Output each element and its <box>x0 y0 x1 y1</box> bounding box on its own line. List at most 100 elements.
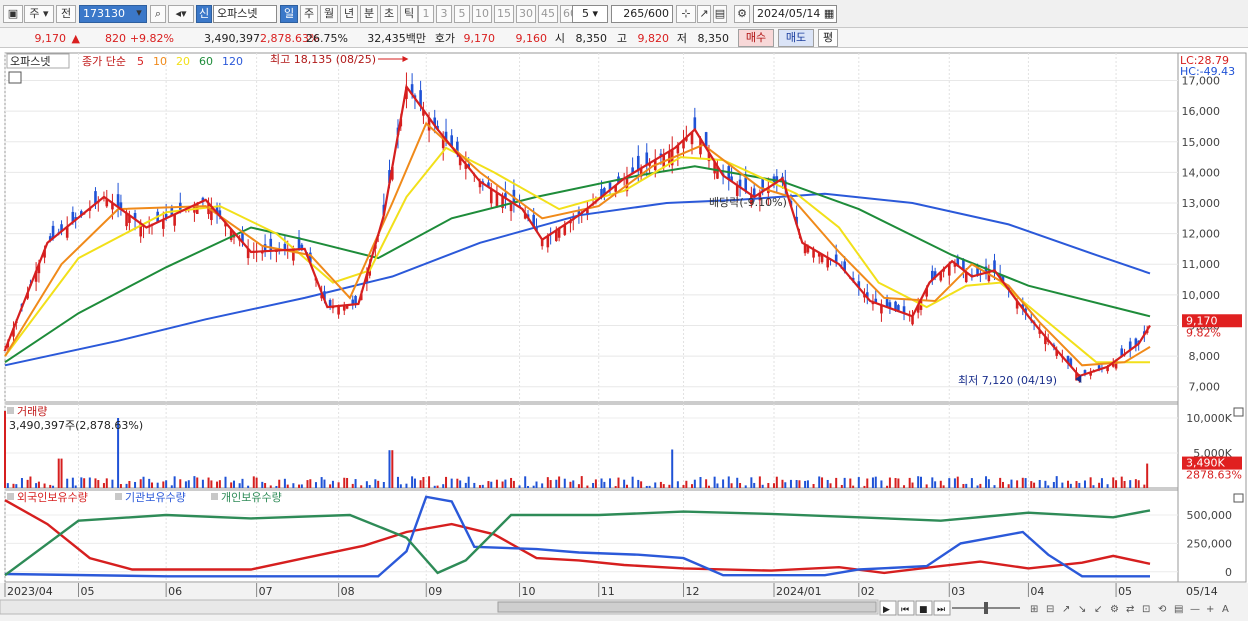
tool-icon-12[interactable]: A <box>1222 604 1229 615</box>
period-tab-0[interactable]: 일 <box>280 5 298 23</box>
volume-bar <box>739 483 742 488</box>
volume-bar <box>1123 480 1126 488</box>
chart-canvas[interactable]: 7,0008,0009,00010,00011,00012,00013,0001… <box>0 48 1248 621</box>
volume-bar <box>501 481 504 488</box>
volume-bar <box>987 479 990 488</box>
minute-tab-10[interactable]: 10 <box>472 5 492 23</box>
minute-tab-30[interactable]: 30 <box>516 5 536 23</box>
volume-bar <box>20 478 23 488</box>
sell-button[interactable]: 매도 <box>778 29 814 47</box>
tool-icon-2[interactable]: ↗ <box>1062 604 1070 615</box>
buy-button[interactable]: 매수 <box>738 29 774 47</box>
calendar-icon[interactable]: ▦ <box>824 7 834 20</box>
volume-bar <box>1052 481 1055 488</box>
minute-tab-3[interactable]: 3 <box>436 5 452 23</box>
panel-close-icon[interactable] <box>1233 407 1244 417</box>
last-pct: 9.82% <box>1186 326 1221 339</box>
scrollbar-thumb[interactable] <box>497 601 877 613</box>
minute-tab-15[interactable]: 15 <box>494 5 514 23</box>
period-tab-3[interactable]: 년 <box>340 5 358 23</box>
tool-icon-9[interactable]: ▤ <box>1174 604 1183 615</box>
stock-name-field[interactable]: 오파스넷 <box>213 5 277 23</box>
tool-icon-1[interactable]: ⊟ <box>1046 604 1054 615</box>
period-tab-6[interactable]: 틱 <box>400 5 418 23</box>
period-tab-2[interactable]: 월 <box>320 5 338 23</box>
speaker-icon[interactable]: ◂▾ <box>168 5 194 23</box>
volume-bar <box>532 485 535 488</box>
volume-bar <box>1098 482 1101 488</box>
search-icon[interactable]: ⌕ <box>150 5 166 23</box>
volume-bar <box>1001 481 1004 488</box>
panel-close-icon[interactable] <box>1233 493 1244 503</box>
tool-icon-3[interactable]: ↘ <box>1078 604 1086 615</box>
period-tab-1[interactable]: 주 <box>300 5 318 23</box>
count-select[interactable]: 5 ▾ <box>572 5 608 23</box>
period-tab-4[interactable]: 분 <box>360 5 378 23</box>
table-icon[interactable] <box>8 71 22 84</box>
volume-bar <box>487 481 490 488</box>
eval-button[interactable]: 평 <box>818 29 838 47</box>
draw-icon[interactable]: ↗ <box>697 5 711 23</box>
volume-bar <box>586 485 589 488</box>
volume-bar <box>894 478 897 488</box>
volume-bar <box>707 485 710 488</box>
volume-bar <box>478 485 481 488</box>
chevron-down-icon[interactable]: ▾ <box>131 5 147 23</box>
period-tab-5[interactable]: 초 <box>380 5 398 23</box>
volume-bar <box>29 476 32 488</box>
prev-button[interactable]: 전 <box>56 5 76 23</box>
crosshair-icon[interactable]: ⊹ <box>676 5 696 23</box>
volume-bar <box>1067 480 1070 488</box>
volume-bar <box>874 476 877 488</box>
volume-bar <box>713 476 716 488</box>
volume-bar <box>555 479 558 488</box>
volume-bar <box>1134 479 1137 488</box>
gear-icon[interactable]: ⚙ <box>734 5 750 23</box>
holder-legend-0: 외국인보유수량 <box>17 491 88 504</box>
volume-bar <box>396 476 399 488</box>
volume-bar <box>812 483 815 488</box>
y-tick-label: 0 <box>1225 566 1232 579</box>
tool-icon-0[interactable]: ⊞ <box>1030 604 1038 615</box>
volume-bar <box>908 477 911 488</box>
period-select[interactable]: 주 ▾ <box>24 5 54 23</box>
layout-icon[interactable]: ▣ <box>3 5 23 23</box>
minute-tab-45[interactable]: 45 <box>538 5 558 23</box>
volume-bar <box>843 477 846 488</box>
tool-icon-4[interactable]: ↙ <box>1094 604 1102 615</box>
volume-bar <box>433 485 436 488</box>
tool-icon-5[interactable]: ⚙ <box>1110 604 1119 615</box>
tool-icon-8[interactable]: ⟲ <box>1158 604 1167 615</box>
volume-bar <box>1106 484 1109 488</box>
volume-bar <box>1137 480 1140 488</box>
volume-bar <box>1083 480 1086 488</box>
minute-tab-5[interactable]: 5 <box>454 5 470 23</box>
volume-bar <box>187 480 190 488</box>
volume-bar <box>173 476 176 488</box>
tool-icon-11[interactable]: + <box>1206 604 1214 615</box>
volume-bar <box>4 411 6 488</box>
zoom-slider-thumb[interactable] <box>984 602 988 614</box>
volume-bar <box>374 479 377 488</box>
volume-bar <box>835 477 838 488</box>
volume-bar <box>798 480 801 488</box>
volume-bar <box>80 477 83 488</box>
volume-bar <box>71 477 74 488</box>
x-tick-label: 11 <box>601 585 615 598</box>
volume-bar <box>806 480 809 488</box>
volume-bar <box>481 484 484 488</box>
bars-counter[interactable]: 265/600 <box>611 5 673 23</box>
tool-icon-7[interactable]: ⊡ <box>1142 604 1150 615</box>
tool-icon-6[interactable]: ⇄ <box>1126 604 1134 615</box>
volume-bar <box>577 484 580 488</box>
x-tick-label: 10 <box>522 585 536 598</box>
minute-tab-1[interactable]: 1 <box>418 5 434 23</box>
volume-bar <box>535 481 538 488</box>
volume-bar <box>1061 482 1064 488</box>
tool-icon-10[interactable]: — <box>1190 604 1200 615</box>
chart-area[interactable]: 7,0008,0009,00010,00011,00012,00013,0001… <box>0 48 1248 621</box>
volume-bar <box>691 484 693 488</box>
save-icon[interactable]: ▤ <box>713 5 727 23</box>
volume-bar <box>625 484 628 488</box>
date-field[interactable]: 2024/05/14 ▦ <box>753 5 837 23</box>
